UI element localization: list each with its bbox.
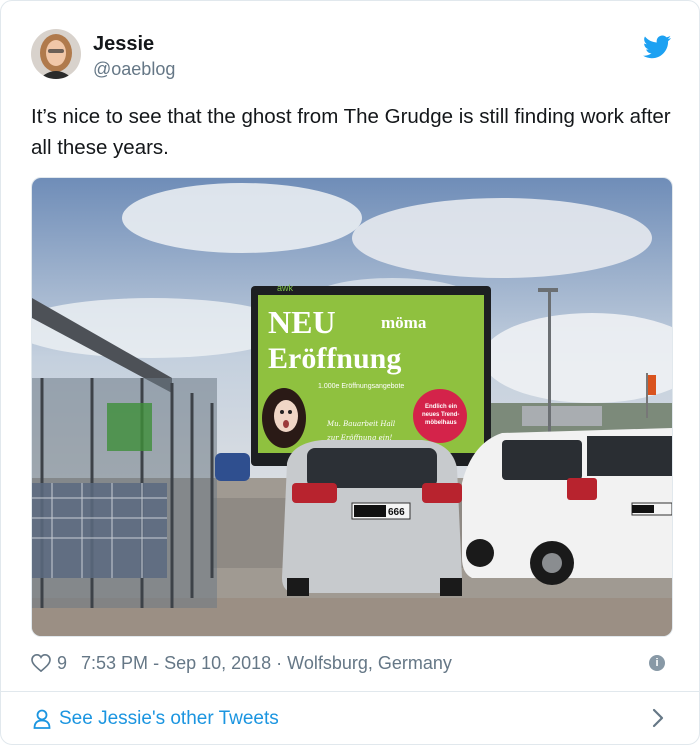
time-date-separator: - [153,652,160,673]
chevron-right-icon[interactable] [651,708,665,728]
see-other-tweets-link[interactable]: See Jessie's other Tweets [33,708,279,730]
tweet-header: Jessie @oaeblog [31,29,671,83]
billboard-subline: 1.000e Eröffnungsangebote [318,383,404,390]
see-other-tweets-label: See Jessie's other Tweets [59,707,279,729]
billboard-store: möma [381,313,427,332]
tweet-meta: 9 7:53 PM - Sep 10, 2018 · Wolfsburg, Ge… [31,649,671,677]
billboard-handwriting-1: Mu. Bauarbeit Hall [326,420,395,428]
billboard-badge-3: möbelhaus [425,420,457,426]
billboard-badge-2: neues Trend- [422,412,459,418]
heart-icon [31,654,51,672]
location-separator: · [276,652,283,673]
billboard-headline-1: NEU [268,304,336,340]
tweet-time[interactable]: 7:53 PM [81,653,148,674]
twitter-bird-icon[interactable] [643,35,671,59]
billboard-badge-1: Endlich ein [425,404,457,410]
user-icon [33,709,51,729]
footer[interactable]: See Jessie's other Tweets [1,691,699,744]
billboard-brand: awk [277,283,294,293]
tweet-card: Jessie @oaeblog It’s nice to see that th… [0,0,700,745]
author-handle[interactable]: @oaeblog [93,59,175,80]
avatar[interactable] [31,29,81,79]
info-icon[interactable]: i [649,655,665,671]
tweet-date[interactable]: Sep 10, 2018 [164,653,271,674]
tweet-location[interactable]: Wolfsburg, Germany [287,653,452,674]
billboard-headline-2: Eröffnung [268,342,401,375]
like-button[interactable]: 9 [31,653,67,674]
like-count: 9 [57,652,68,673]
tweet-text: It’s nice to see that the ghost from The… [31,105,671,159]
author-name[interactable]: Jessie [93,33,154,56]
license-plate: 666 [388,507,405,518]
tweet-photo[interactable]: awk NEU möma Eröffnung 1.000e Eröffnungs… [31,177,673,637]
